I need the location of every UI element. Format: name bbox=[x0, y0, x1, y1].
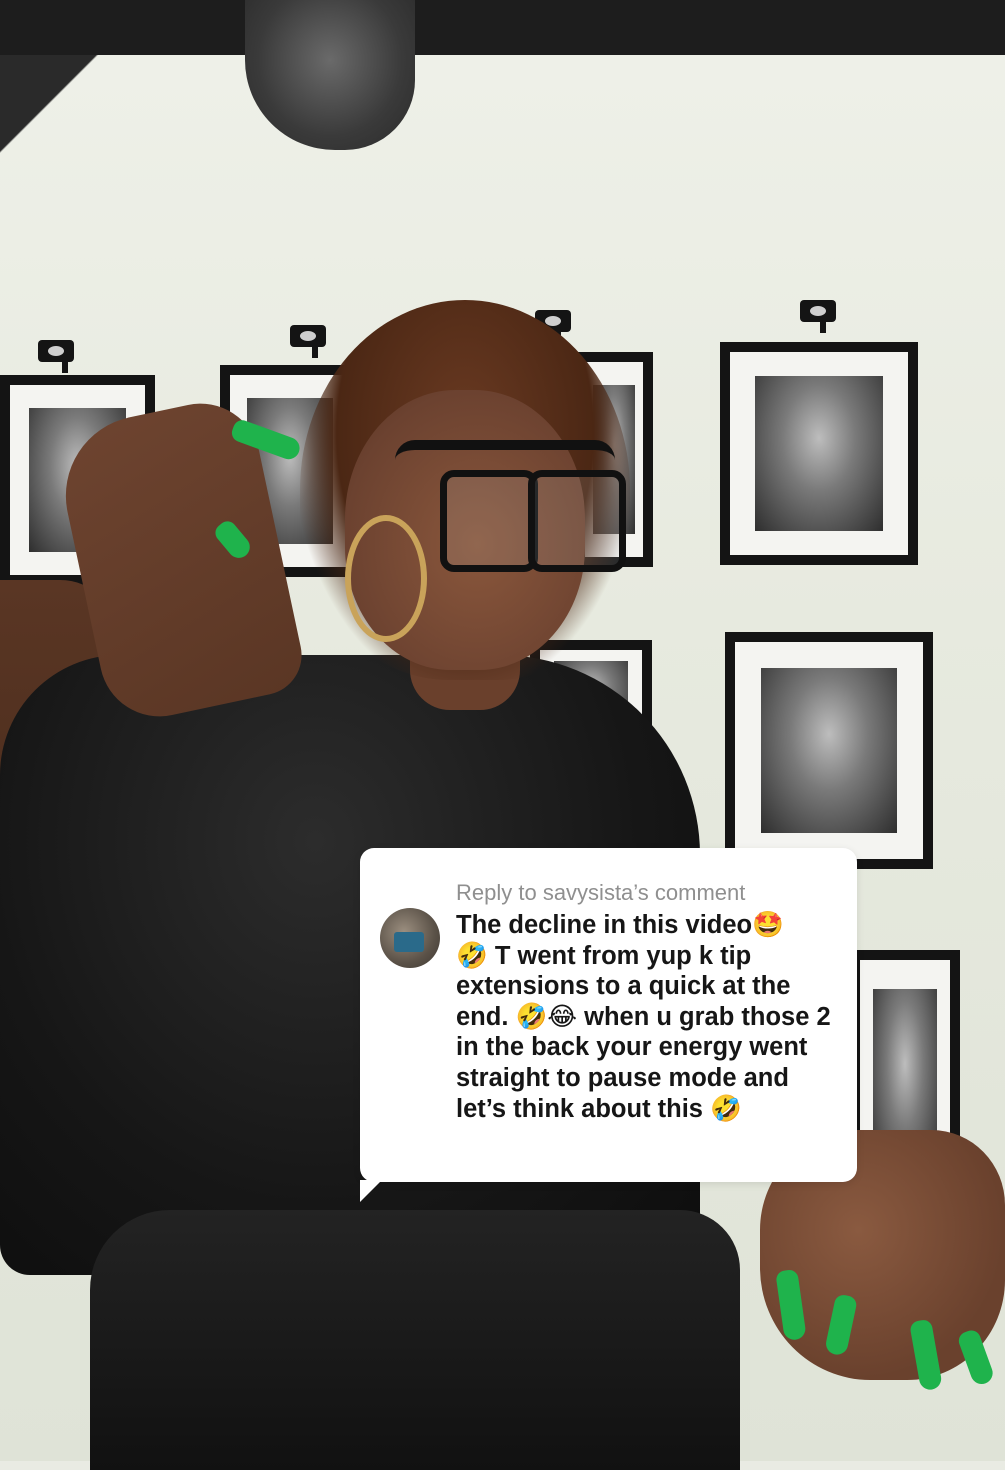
hoop-earring bbox=[345, 515, 427, 642]
framed-photo bbox=[720, 342, 918, 565]
person-pants bbox=[90, 1210, 740, 1470]
comment-text: The decline in this video🤩 🤣 T went from… bbox=[456, 911, 831, 1123]
glasses-lens bbox=[440, 470, 538, 572]
video-frame bbox=[0, 0, 1005, 1470]
wall-lamp bbox=[38, 340, 74, 362]
user-avatar-icon[interactable] bbox=[380, 908, 440, 968]
bubble-tail bbox=[360, 1180, 382, 1202]
reply-header: Reply to savysista’s comment bbox=[456, 880, 746, 905]
framed-photo bbox=[725, 632, 933, 869]
ceiling bbox=[0, 0, 1005, 55]
ceiling-beam bbox=[0, 55, 140, 155]
wall-lamp bbox=[800, 300, 836, 322]
wall-lamp bbox=[290, 325, 326, 347]
reply-comment-bubble[interactable]: Reply to savysista’s comment The decline… bbox=[360, 848, 857, 1182]
glasses-lens bbox=[528, 470, 626, 572]
